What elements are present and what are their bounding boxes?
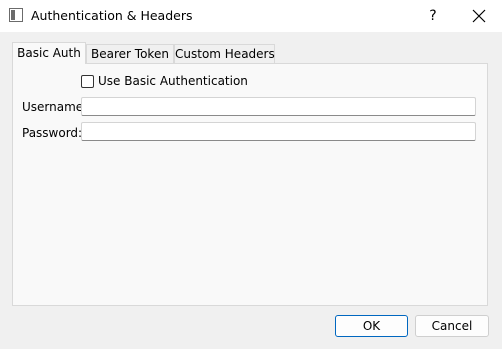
use-basic-auth-label[interactable]: Use Basic Authentication (98, 74, 248, 88)
title-bar: Authentication & Headers ? (0, 0, 502, 32)
password-label: Password: (22, 126, 83, 140)
help-button[interactable]: ? (418, 3, 448, 29)
username-label: Username: (22, 100, 88, 114)
close-button[interactable] (464, 3, 494, 29)
cancel-button[interactable]: Cancel (415, 315, 489, 337)
tab-custom-headers[interactable]: Custom Headers (174, 44, 275, 63)
tab-basic-auth[interactable]: Basic Auth (12, 42, 86, 64)
username-field[interactable] (81, 97, 476, 116)
use-basic-auth-checkbox[interactable] (81, 75, 94, 88)
close-icon (472, 9, 486, 23)
password-field[interactable] (81, 122, 476, 141)
window-title: Authentication & Headers (31, 8, 193, 23)
app-window-icon (9, 8, 23, 22)
ok-button[interactable]: OK (335, 315, 408, 337)
tab-bearer-token[interactable]: Bearer Token (86, 44, 174, 63)
